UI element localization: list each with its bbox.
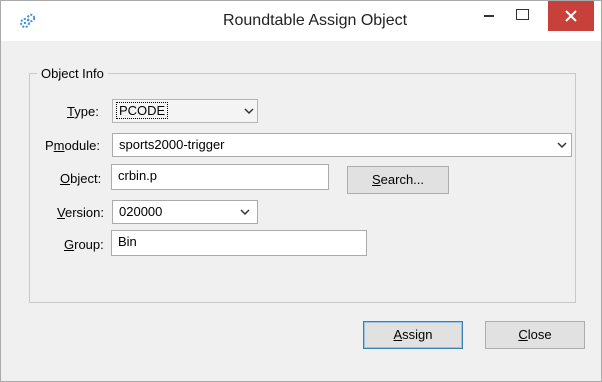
title-bar[interactable]: Roundtable Assign Object [1, 1, 601, 41]
close-icon[interactable] [548, 1, 594, 31]
chevron-down-icon [240, 209, 250, 216]
chevron-down-icon [244, 108, 254, 115]
assign-button[interactable]: Assign [363, 321, 463, 349]
group-label: Group: [64, 237, 104, 252]
type-value: PCODE [116, 102, 169, 119]
chevron-down-icon [557, 142, 567, 149]
assign-object-dialog: Roundtable Assign Object Object Info Typ… [0, 0, 602, 382]
version-label: Version: [57, 205, 104, 220]
object-input[interactable]: crbin.p [111, 164, 329, 190]
pmodule-dropdown[interactable]: sports2000-trigger [112, 133, 572, 157]
version-dropdown[interactable]: 020000 [112, 200, 258, 224]
minimize-icon[interactable] [475, 1, 503, 31]
type-dropdown[interactable]: PCODE [112, 99, 258, 123]
object-info-legend: Object Info [37, 66, 108, 81]
pmodule-label: Pmodule: [45, 138, 100, 153]
type-label: Type: [67, 104, 99, 119]
close-button[interactable]: Close [485, 321, 585, 349]
object-label: Object: [60, 171, 102, 186]
version-value: 020000 [119, 204, 163, 219]
maximize-icon[interactable] [509, 1, 537, 31]
search-button[interactable]: Search... [347, 166, 449, 194]
pmodule-value: sports2000-trigger [119, 137, 225, 152]
group-input[interactable]: Bin [111, 230, 367, 256]
